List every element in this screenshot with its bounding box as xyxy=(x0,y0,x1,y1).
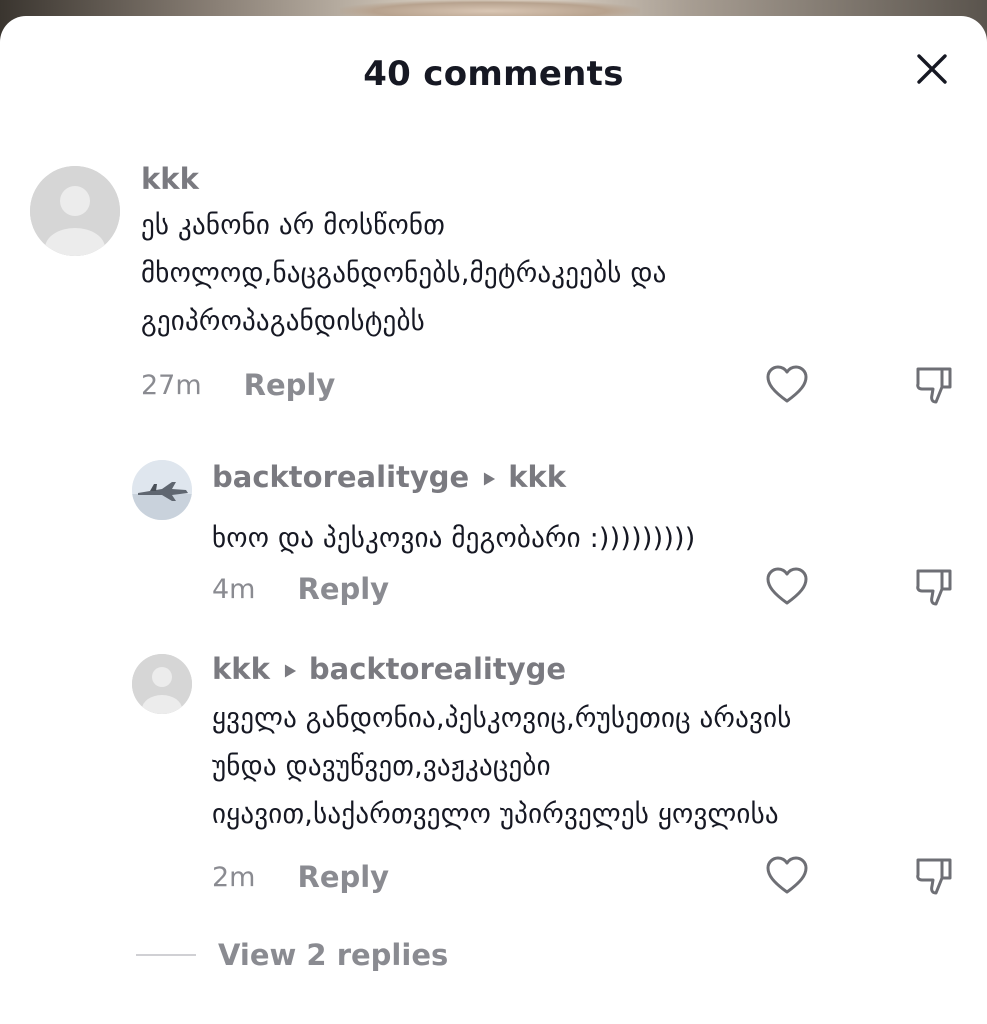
close-icon xyxy=(917,54,947,84)
thumbs-down-icon xyxy=(916,367,952,404)
heart-icon xyxy=(766,365,808,403)
like-button[interactable] xyxy=(765,854,809,898)
reply-username[interactable]: backtorealityge kkk xyxy=(212,460,566,494)
close-button[interactable] xyxy=(915,52,949,86)
reply-text: ხოო და პესკოვია მეგობარი :))))))))) xyxy=(212,523,696,554)
default-avatar-icon xyxy=(132,654,192,714)
comment-text: ეს კანონი არ მოსწონთ მხოლოდ,ნაცგანდონებს… xyxy=(141,210,667,337)
heart-icon xyxy=(766,856,808,894)
heart-icon xyxy=(766,567,808,605)
username-label: kkk xyxy=(212,652,270,686)
comments-count-title: 40 comments xyxy=(363,54,624,94)
thumbs-down-icon xyxy=(916,569,952,606)
dislike-button[interactable] xyxy=(912,565,956,609)
reply-meta: 4m Reply xyxy=(212,572,389,606)
comment-username[interactable]: kkk xyxy=(141,162,199,196)
reply-meta: 2m Reply xyxy=(212,860,389,894)
comments-sheet: 40 comments kkk ეს კანონი არ მოსწონთ მხო… xyxy=(0,16,987,1024)
reply-time: 2m xyxy=(212,861,256,893)
comment-time: 27m xyxy=(141,369,202,401)
avatar[interactable] xyxy=(132,460,192,520)
reply-to-username[interactable]: kkk xyxy=(508,460,566,494)
username-label: backtorealityge xyxy=(212,460,470,494)
view-replies-button[interactable]: View 2 replies xyxy=(136,938,448,972)
divider-line xyxy=(136,954,196,956)
avatar[interactable] xyxy=(132,654,192,714)
reply-button[interactable]: Reply xyxy=(297,860,389,894)
triangle-right-icon xyxy=(284,652,297,686)
reply-username[interactable]: kkk backtorealityge xyxy=(212,652,566,686)
like-button[interactable] xyxy=(765,363,809,407)
reply-button[interactable]: Reply xyxy=(244,368,336,402)
sheet-header: 40 comments xyxy=(0,16,987,128)
like-button[interactable] xyxy=(765,565,809,609)
comment-meta: 27m Reply xyxy=(141,368,335,402)
reply-text: ყველა განდონია,პესკოვიც,რუსეთიც არავის უ… xyxy=(212,703,792,830)
thumbs-down-icon xyxy=(916,858,952,895)
jet-avatar-icon xyxy=(132,460,192,520)
view-replies-label: View 2 replies xyxy=(218,938,449,972)
username-label: kkk xyxy=(141,162,199,196)
default-avatar-icon xyxy=(30,166,120,256)
triangle-right-icon xyxy=(483,460,496,494)
reply-button[interactable]: Reply xyxy=(297,572,389,606)
avatar[interactable] xyxy=(30,166,120,256)
reply-time: 4m xyxy=(212,573,256,605)
reply-to-username[interactable]: backtorealityge xyxy=(309,652,566,686)
dislike-button[interactable] xyxy=(912,363,956,407)
dislike-button[interactable] xyxy=(912,854,956,898)
